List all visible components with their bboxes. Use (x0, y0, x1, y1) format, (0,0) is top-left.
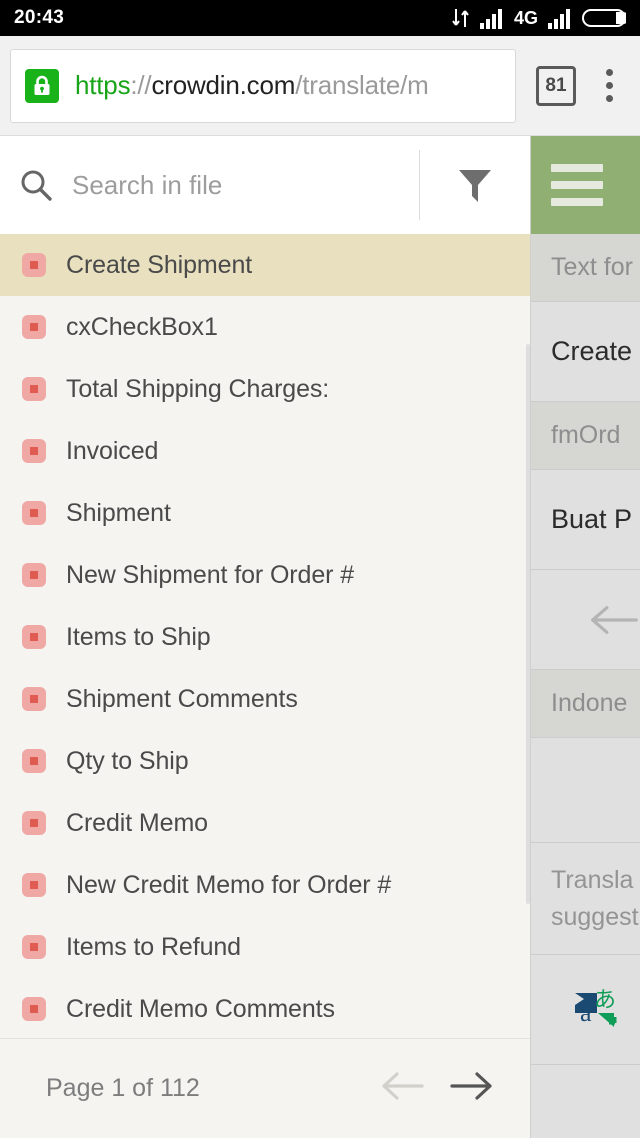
string-status-icon (22, 935, 46, 959)
string-list-item[interactable]: cxCheckBox1 (0, 296, 530, 358)
string-status-icon (22, 563, 46, 587)
string-list[interactable]: Create Shipment cxCheckBox1 Total Shipping… (0, 234, 530, 1038)
lock-icon (25, 68, 59, 103)
string-list-item-label: Shipment Comments (66, 684, 298, 713)
browser-toolbar: https://crowdin.com/translate/m 81 (0, 36, 640, 136)
string-status-icon (22, 997, 46, 1021)
battery-icon (582, 9, 626, 27)
filter-funnel-icon[interactable] (420, 164, 530, 206)
hamburger-menu-icon[interactable] (551, 164, 603, 206)
page-indicator: Page 1 of 112 (46, 1074, 200, 1102)
string-status-icon (22, 687, 46, 711)
string-list-item[interactable]: Credit Memo (0, 792, 530, 854)
string-list-item[interactable]: Credit Memo Comments (0, 978, 530, 1038)
string-list-item[interactable]: Total Shipping Charges: (0, 358, 530, 420)
url-host: crowdin.com (151, 70, 296, 100)
android-status-bar: 20:43 4G (0, 0, 640, 36)
suggestions-hint-line2: suggest (551, 902, 639, 931)
suggestions-hint: Transla suggest (531, 843, 640, 955)
status-icons: 4G (452, 7, 626, 29)
signal-bars-icon-2 (548, 9, 570, 29)
string-list-item[interactable]: Qty to Ship (0, 730, 530, 792)
status-clock: 20:43 (14, 7, 65, 28)
string-list-item[interactable]: New Credit Memo for Order # (0, 854, 530, 916)
string-status-icon (22, 811, 46, 835)
string-list-item[interactable]: Items to Ship (0, 606, 530, 668)
target-language-label[interactable]: Indone (531, 670, 640, 738)
google-translate-icon[interactable]: a あ (567, 979, 623, 1040)
string-list-item-label: Items to Refund (66, 932, 241, 961)
string-status-icon (22, 625, 46, 649)
string-status-icon (22, 501, 46, 525)
url-text: https://crowdin.com/translate/m (75, 70, 429, 101)
string-list-item[interactable]: Shipment (0, 482, 530, 544)
tab-counter-button[interactable]: 81 (536, 65, 576, 106)
search-bar (0, 136, 530, 234)
context-label: fmOrd (531, 402, 640, 470)
translation-input[interactable]: Buat P (531, 470, 640, 570)
crowdin-editor: Create Shipment cxCheckBox1 Total Shipping… (0, 136, 640, 1138)
list-scrollbar[interactable] (526, 344, 530, 904)
string-list-item-label: cxCheckBox1 (66, 312, 218, 341)
search-input[interactable] (72, 169, 419, 201)
panel-filler (531, 1065, 640, 1138)
string-status-icon (22, 749, 46, 773)
strings-pane: Create Shipment cxCheckBox1 Total Shipping… (0, 136, 530, 1138)
arrow-right-icon[interactable] (450, 1070, 494, 1107)
string-list-item-label: Items to Ship (66, 622, 211, 651)
translation-pane: Text for Create fmOrd Buat P Indone Tran… (530, 136, 640, 1138)
arrow-left-icon[interactable] (380, 1070, 424, 1107)
pagination-bar: Page 1 of 112 (0, 1038, 530, 1138)
string-status-icon (22, 253, 46, 277)
svg-text:あ: あ (594, 988, 616, 1013)
string-list-item[interactable]: Create Shipment (0, 234, 530, 296)
string-list-item-label: Qty to Ship (66, 746, 189, 775)
string-list-item[interactable]: Shipment Comments (0, 668, 530, 730)
string-status-icon (22, 873, 46, 897)
back-button[interactable] (531, 570, 640, 670)
menu-bar (531, 136, 640, 234)
string-status-icon (22, 377, 46, 401)
string-status-icon (22, 315, 46, 339)
suggestions-hint-line1: Transla (551, 866, 634, 895)
source-text-label: Text for (531, 234, 640, 302)
string-list-item[interactable]: New Shipment for Order # (0, 544, 530, 606)
string-list-item-label: New Shipment for Order # (66, 560, 354, 589)
string-list-item-label: Total Shipping Charges: (66, 374, 330, 403)
string-list-item-label: Credit Memo Comments (66, 994, 335, 1023)
translation-editor-area[interactable] (531, 738, 640, 843)
search-icon (0, 167, 72, 203)
url-scheme: https (75, 70, 131, 100)
string-list-item-label: Invoiced (66, 436, 159, 465)
url-separator: :// (130, 70, 152, 100)
string-status-icon (22, 439, 46, 463)
string-list-item[interactable]: Items to Refund (0, 916, 530, 978)
data-transfer-icon (452, 9, 469, 27)
string-list-item-label: New Credit Memo for Order # (66, 870, 392, 899)
kebab-menu-icon[interactable] (594, 69, 624, 102)
source-text-value: Create (531, 302, 640, 402)
string-list-item-label: Create Shipment (66, 250, 253, 279)
url-path: /translate/m (295, 70, 429, 100)
pagination-arrows (380, 1070, 494, 1107)
url-bar[interactable]: https://crowdin.com/translate/m (10, 48, 516, 123)
string-list-item[interactable]: Invoiced (0, 420, 530, 482)
svg-text:a: a (580, 998, 592, 1027)
string-list-item-label: Credit Memo (66, 808, 208, 837)
machine-translation-row[interactable]: a あ (531, 955, 640, 1065)
network-type-label: 4G (513, 8, 538, 28)
signal-bars-icon (479, 9, 502, 29)
string-list-item-label: Shipment (66, 498, 171, 527)
